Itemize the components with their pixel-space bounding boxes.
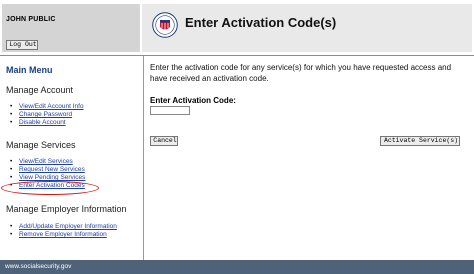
logout-button[interactable]: Log Out bbox=[6, 40, 38, 50]
list-item: • View/Edit Account Info bbox=[10, 103, 84, 110]
user-name: JOHN PUBLIC bbox=[6, 16, 56, 23]
manage-employer-links: • Add/Update Employer Information • Remove… bbox=[10, 223, 117, 239]
page-title: Enter Activation Code(s) bbox=[185, 15, 337, 30]
instructions-text: Enter the activation code for any servic… bbox=[150, 63, 452, 83]
cancel-button[interactable]: Cancel bbox=[150, 136, 178, 146]
section-title-manage-account: Manage Account bbox=[6, 85, 74, 95]
highlight-ring bbox=[1, 181, 99, 195]
section-title-manage-employer-information: Manage Employer Information bbox=[6, 204, 127, 214]
link-request-new-services[interactable]: Request New Services bbox=[19, 166, 85, 173]
link-view-edit-services[interactable]: View/Edit Services bbox=[19, 158, 73, 165]
link-disable-account[interactable]: Disable Account bbox=[19, 119, 66, 126]
list-item: • Disable Account bbox=[10, 119, 66, 126]
user-panel: JOHN PUBLIC Log Out bbox=[2, 4, 140, 52]
activation-code-input[interactable] bbox=[150, 106, 190, 115]
footer-bar: www.socialsecurity.gov bbox=[0, 260, 474, 274]
activation-code-label: Enter Activation Code: bbox=[150, 96, 236, 105]
page: JOHN PUBLIC Log Out Enter Activation Cod… bbox=[0, 0, 474, 274]
section-title-manage-services: Manage Services bbox=[6, 140, 76, 150]
page-header: Enter Activation Code(s) bbox=[142, 4, 472, 52]
activate-services-button[interactable]: Activate Service(s) bbox=[380, 136, 460, 146]
list-item: • Request New Services bbox=[10, 166, 85, 173]
footer-url: www.socialsecurity.gov bbox=[5, 263, 72, 270]
link-remove-employer-information[interactable]: Remove Employer Information bbox=[19, 231, 107, 238]
manage-account-links: • View/Edit Account Info • Change Password… bbox=[10, 103, 84, 127]
list-item: • Change Password bbox=[10, 111, 73, 118]
link-view-edit-account-info[interactable]: View/Edit Account Info bbox=[19, 103, 84, 110]
list-item: • Remove Employer Information bbox=[10, 231, 107, 238]
main-content: Enter the activation code for any servic… bbox=[144, 56, 474, 260]
list-item: • Add/Update Employer Information bbox=[10, 223, 117, 230]
link-view-pending-services[interactable]: View Pending Services bbox=[19, 174, 85, 181]
link-change-password[interactable]: Change Password bbox=[19, 111, 72, 118]
list-item: • View/Edit Services bbox=[10, 158, 73, 165]
ssa-seal-icon bbox=[152, 12, 178, 38]
main-menu-title: Main Menu bbox=[6, 65, 53, 75]
sidebar: Main Menu Manage Account • View/Edit Acco… bbox=[0, 56, 143, 260]
link-add-update-employer-information[interactable]: Add/Update Employer Information bbox=[19, 223, 117, 230]
